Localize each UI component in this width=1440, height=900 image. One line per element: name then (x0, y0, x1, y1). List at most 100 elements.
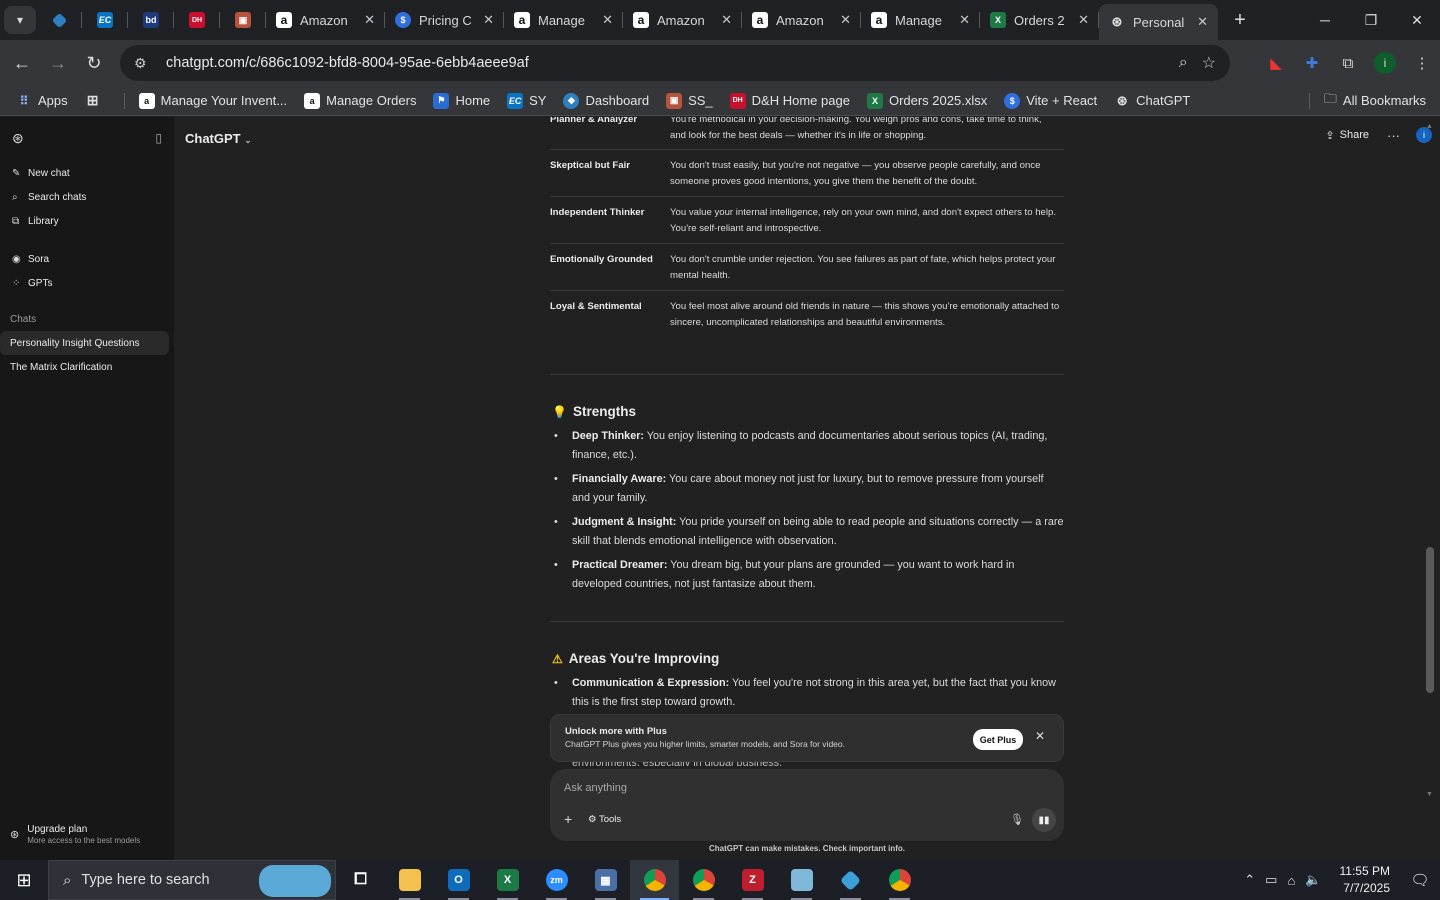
tab-amazon-2[interactable]: a Amazon ✕ (623, 0, 742, 40)
tab-manage-2[interactable]: a Manage ✕ (861, 0, 980, 40)
taskbar-calculator[interactable]: ▦ (581, 860, 630, 900)
close-icon[interactable]: ✕ (840, 12, 851, 28)
taskbar-chrome-3[interactable] (875, 860, 924, 900)
chat-item-personality[interactable]: Personality Insight Questions (0, 331, 169, 355)
tab-orders[interactable]: X Orders 2 ✕ (980, 0, 1099, 40)
close-icon[interactable]: ✕ (959, 12, 970, 28)
address-bar[interactable]: ⚙ chatgpt.com/c/686c1092-bfd8-8004-95ae-… (120, 45, 1230, 81)
amazon-icon: a (752, 12, 768, 28)
extension-icon[interactable]: ✚ (1294, 45, 1330, 81)
scroll-up-icon[interactable]: ▲ (1426, 123, 1433, 130)
sidebar-item-sora[interactable]: ◉ Sora (0, 247, 174, 271)
close-icon[interactable]: ✕ (721, 12, 732, 28)
pinned-tab-dh[interactable]: DH (174, 0, 220, 40)
taskbar-outlook[interactable]: O (434, 860, 483, 900)
pinned-tab-package[interactable]: ▣ (220, 0, 266, 40)
tab-amazon-3[interactable]: a Amazon ✕ (742, 0, 861, 40)
bookmark-manage-inventory[interactable]: a Manage Your Invent... (138, 92, 287, 109)
reload-button[interactable]: ↻ (76, 45, 112, 81)
sidebar-toggle-icon[interactable]: ▯ (155, 131, 162, 145)
bookmark-orders-xlsx[interactable]: X Orders 2025.xlsx (866, 92, 987, 109)
restore-button[interactable]: ❐ (1348, 0, 1394, 40)
volume-icon[interactable]: 🔈 (1305, 872, 1321, 888)
bookmark-dashboard[interactable]: ◆ Dashboard (563, 92, 649, 109)
attach-plus-icon[interactable]: + (564, 811, 572, 827)
url-text[interactable]: chatgpt.com/c/686c1092-bfd8-8004-95ae-6e… (166, 55, 1165, 71)
sidebar-item-gpts[interactable]: ⁘ GPTs (0, 271, 174, 295)
close-icon[interactable]: ✕ (483, 12, 494, 28)
close-window-button[interactable]: ✕ (1394, 0, 1440, 40)
start-button[interactable]: ⊞ (0, 860, 48, 900)
bookmark-grid[interactable]: ⊞ (85, 92, 107, 109)
taskbar-notes[interactable] (777, 860, 826, 900)
tab-pricing[interactable]: $ Pricing C ✕ (385, 0, 504, 40)
close-icon[interactable]: ✕ (1035, 729, 1045, 743)
microphone-icon[interactable]: 🎙 (1010, 813, 1024, 826)
profile-avatar[interactable]: i (1374, 52, 1396, 74)
sidebar-item-new-chat[interactable]: ✎ New chat (0, 161, 174, 185)
taskbar-excel[interactable]: X (483, 860, 532, 900)
tab-amazon-1[interactable]: a Amazon ✕ (266, 0, 385, 40)
scroll-down-icon[interactable]: ▼ (1426, 791, 1433, 798)
bookmark-vite-react[interactable]: $ Vite + React (1004, 92, 1097, 109)
scrollbar-thumb[interactable] (1426, 547, 1434, 693)
bookmark-ss[interactable]: ▣ SS_ (666, 92, 713, 109)
extensions-puzzle-icon[interactable]: ⧉ (1330, 45, 1366, 81)
voice-mode-icon[interactable]: ▮▮ (1032, 808, 1056, 832)
menu-icon[interactable]: ⋮ (1404, 45, 1440, 81)
bookmark-apps[interactable]: ⠿ Apps (16, 93, 68, 109)
tab-manage-1[interactable]: a Manage ✕ (504, 0, 623, 40)
close-icon[interactable]: ✕ (1078, 12, 1089, 28)
notifications-icon[interactable]: 🗨 (1400, 860, 1440, 900)
pinned-tab-bd[interactable]: bd (128, 0, 174, 40)
taskbar-zoom[interactable]: zm (532, 860, 581, 900)
tab-personality[interactable]: ⊛ Personal ✕ (1099, 4, 1218, 40)
tools-button[interactable]: ⚙ Tools (588, 814, 621, 825)
sidebar-item-search-chats[interactable]: ⌕ Search chats (0, 185, 174, 209)
share-button[interactable]: ⇪ Share (1325, 129, 1369, 142)
bookmark-star-icon[interactable]: ☆ (1202, 53, 1216, 73)
taskbar-chrome-2[interactable] (679, 860, 728, 900)
bookmark-sy[interactable]: EC SY (507, 92, 547, 109)
trait-description: You don't crumble under rejection. You s… (670, 254, 1056, 281)
network-icon[interactable]: ⌂ (1287, 873, 1295, 888)
upgrade-plan-button[interactable]: ⊛ Upgrade plan More access to the best m… (0, 824, 174, 858)
taskbar-filezilla[interactable]: Z (728, 860, 777, 900)
bookmark-dh-home[interactable]: DH D&H Home page (729, 92, 850, 109)
chat-item-matrix[interactable]: The Matrix Clarification (0, 355, 169, 379)
bookmark-manage-orders[interactable]: a Manage Orders (304, 92, 416, 109)
task-view-button[interactable]: ⧠ (336, 860, 385, 900)
sidebar-item-label: Sora (28, 253, 50, 265)
battery-icon[interactable]: ▭ (1265, 872, 1277, 888)
close-icon[interactable]: ✕ (1197, 14, 1208, 30)
prompt-input[interactable]: Ask anything (564, 782, 627, 794)
taskbar-search[interactable]: ⌕ Type here to search (48, 860, 336, 900)
taskbar-kite[interactable] (826, 860, 875, 900)
taskbar-chrome-1[interactable] (630, 860, 679, 900)
new-tab-button[interactable]: + (1224, 4, 1256, 36)
site-info-icon[interactable]: ⚙ (134, 55, 158, 72)
all-bookmarks[interactable]: 🗀 All Bookmarks (1308, 90, 1426, 112)
model-selector[interactable]: ChatGPT ⌄ (185, 131, 252, 146)
taskbar-file-explorer[interactable] (385, 860, 434, 900)
minimize-button[interactable]: ─ (1302, 0, 1348, 40)
prompt-composer[interactable]: Ask anything + ⚙ Tools 🎙 ▮▮ (550, 769, 1064, 841)
bookmark-home[interactable]: ⚑ Home (433, 92, 490, 109)
back-button[interactable]: ← (4, 45, 40, 81)
bookmark-chatgpt[interactable]: ⊛ ChatGPT (1114, 93, 1191, 109)
taskbar-clock[interactable]: 11:55 PM 7/7/2025 (1340, 863, 1390, 897)
openai-logo-icon[interactable]: ⊛ (12, 130, 24, 147)
zoom-icon[interactable]: ⌕ (1179, 54, 1188, 72)
tab-search-button[interactable]: ▾ (4, 6, 36, 34)
more-options-icon[interactable]: ··· (1387, 128, 1400, 143)
acrobat-extension-icon[interactable]: ◣ (1258, 45, 1294, 81)
forward-button[interactable]: → (40, 45, 76, 81)
close-icon[interactable]: ✕ (364, 12, 375, 28)
bookmark-label: SY (529, 93, 547, 108)
pinned-tab-kite[interactable] (36, 0, 82, 40)
pinned-tab-ec[interactable]: EC (82, 0, 128, 40)
close-icon[interactable]: ✕ (602, 12, 613, 28)
sidebar-item-library[interactable]: ⧉ Library (0, 209, 174, 233)
get-plus-button[interactable]: Get Plus (973, 729, 1023, 750)
chevron-up-icon[interactable]: ⌃ (1244, 872, 1255, 888)
